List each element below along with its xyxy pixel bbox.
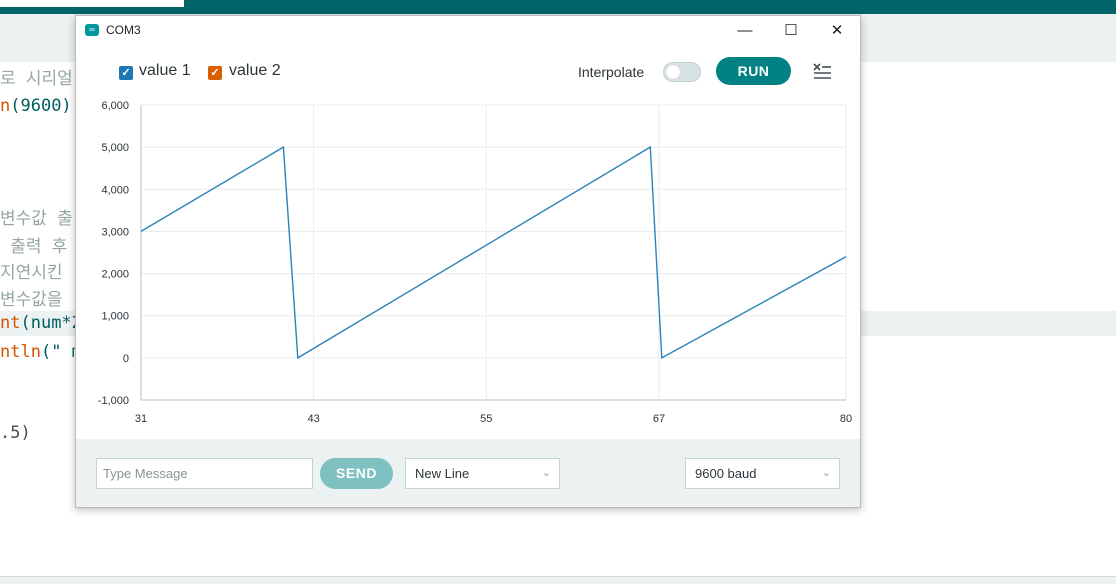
x-tick-label: 80: [840, 413, 852, 425]
infinity-icon: ∞: [85, 24, 99, 36]
code-line: 출력 후: [0, 232, 67, 257]
code-line: nt(num*2: [0, 313, 82, 333]
value2-label[interactable]: value 2: [229, 62, 281, 80]
serial-plotter-window: ∞ COM3 — ☐ ✕ ✓ value 1 ✓ value 2 Interpo…: [75, 15, 861, 508]
x-tick-label: 67: [653, 413, 665, 425]
baud-value: 9600 baud: [695, 466, 757, 481]
code-line: n(9600): [0, 96, 72, 116]
line-ending-select[interactable]: New Line ⌄: [405, 458, 560, 489]
send-button[interactable]: SEND: [320, 458, 393, 489]
code-token: 로 시리얼: [0, 69, 73, 89]
code-token: 변수값을: [0, 290, 63, 310]
x-tick-label: 55: [480, 413, 492, 425]
value1-checkbox[interactable]: ✓: [119, 66, 133, 80]
line-ending-value: New Line: [415, 466, 470, 481]
chevron-down-icon: ⌄: [821, 467, 831, 479]
code-line: 지연시킨: [0, 258, 63, 283]
chevron-down-icon: ⌄: [541, 467, 551, 479]
y-tick-label: 5,000: [101, 142, 129, 154]
interpolate-label: Interpolate: [578, 64, 645, 80]
y-tick-label: -1,000: [98, 395, 129, 407]
code-line: .5): [0, 423, 31, 443]
code-token: .5): [0, 423, 31, 443]
code-token: n: [0, 96, 11, 116]
y-tick-label: 2,000: [101, 269, 129, 281]
title-bar[interactable]: ∞ COM3 — ☐ ✕: [76, 16, 860, 46]
maximize-icon[interactable]: ☐: [768, 16, 814, 46]
close-icon[interactable]: ✕: [814, 16, 860, 46]
code-token: ntln: [0, 342, 41, 362]
code-line: 변수값 출: [0, 204, 73, 229]
code-token: (9600): [10, 96, 72, 116]
code-token: (num*2: [20, 313, 82, 333]
y-tick-label: 1,000: [101, 311, 129, 323]
y-tick-label: 3,000: [101, 226, 129, 238]
x-tick-label: 43: [308, 413, 320, 425]
y-tick-label: 0: [123, 353, 129, 365]
plot-chart: -1,000 0 1,000 2,000 3,000 4,000 5,000 6,000 31 4…: [98, 100, 852, 425]
run-button[interactable]: RUN: [716, 57, 791, 85]
interpolate-toggle[interactable]: [663, 62, 701, 82]
code-token: 출력 후: [0, 237, 68, 257]
minimize-icon[interactable]: —: [722, 16, 768, 46]
value1-label[interactable]: value 1: [139, 62, 191, 80]
ide-tab[interactable]: [0, 0, 184, 7]
plotter-footer: SEND New Line ⌄ 9600 baud ⌄: [76, 439, 860, 507]
code-line: ntln(" m: [0, 342, 82, 362]
value2-checkbox[interactable]: ✓: [208, 66, 222, 80]
code-token: nt: [0, 313, 21, 333]
series-line: [140, 145, 847, 360]
code-line: 변수값을: [0, 285, 63, 310]
message-input[interactable]: [96, 458, 313, 489]
window-title: COM3: [106, 23, 141, 37]
clear-list-icon[interactable]: [812, 62, 832, 80]
code-token: 지연시킨: [0, 263, 63, 283]
plotter-toolbar: ✓ value 1 ✓ value 2 Interpolate RUN: [76, 56, 860, 90]
y-tick-label: 6,000: [101, 100, 129, 112]
x-tick-label: 31: [135, 413, 147, 425]
y-tick-label: 4,000: [101, 184, 129, 196]
toggle-knob: [666, 65, 680, 79]
baud-select[interactable]: 9600 baud ⌄: [685, 458, 840, 489]
code-line: 로 시리얼: [0, 64, 73, 89]
code-token: 변수값 출: [0, 209, 73, 229]
